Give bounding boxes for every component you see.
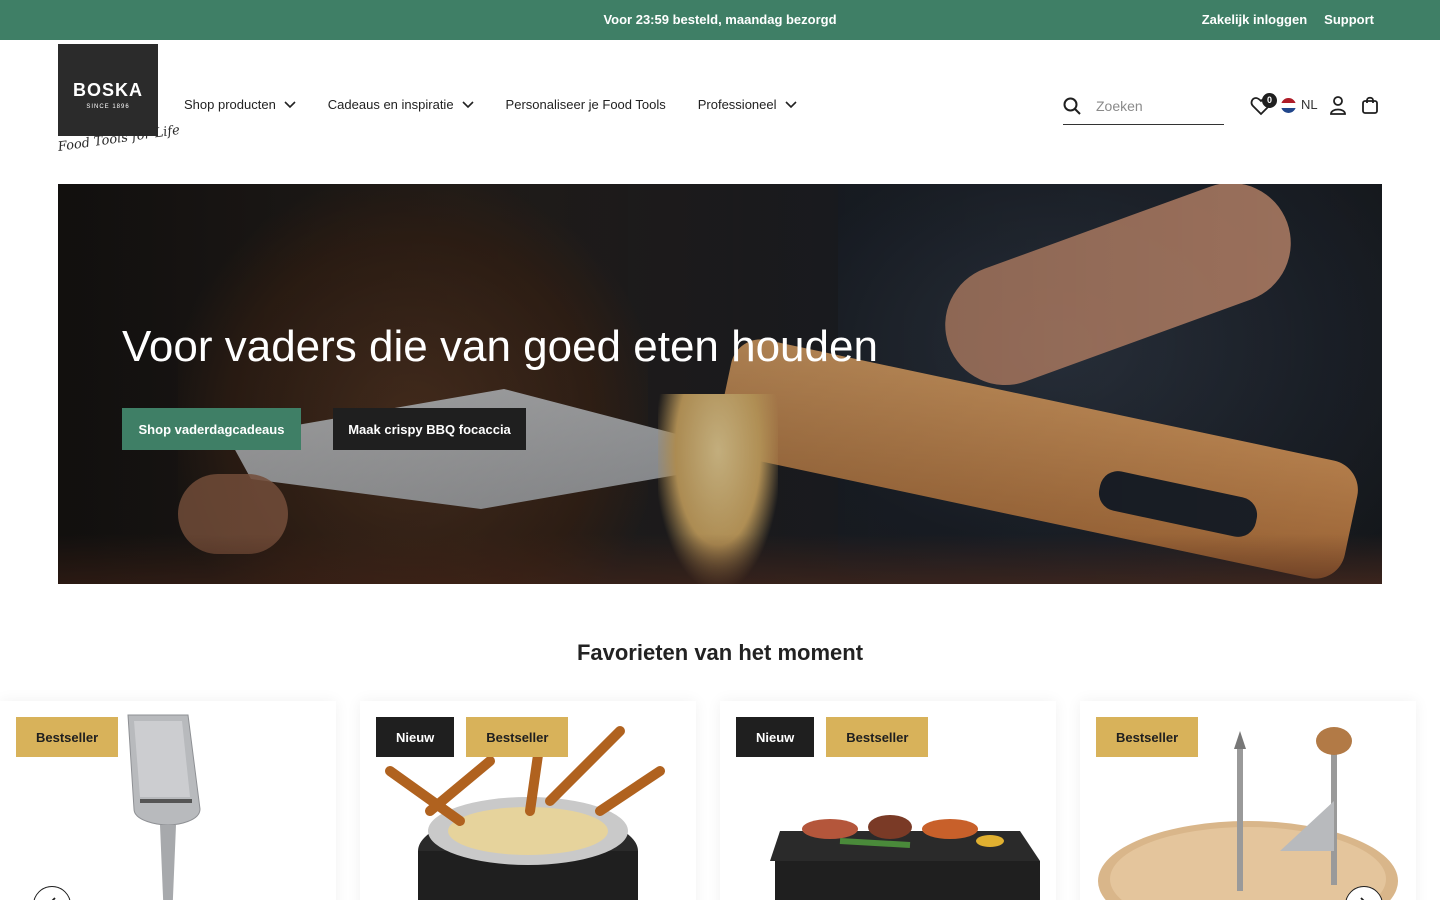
chevron-down-icon — [461, 100, 474, 108]
product-badges: Nieuw Bestseller — [376, 717, 569, 757]
nav-label: Shop producten — [184, 97, 276, 112]
bestseller-badge: Bestseller — [1096, 717, 1199, 757]
product-badges: Nieuw Bestseller — [736, 717, 929, 757]
nav-professional[interactable]: Professioneel — [698, 97, 797, 112]
search-bar — [1063, 86, 1224, 125]
arrow-right-icon — [1360, 897, 1365, 900]
business-login-link[interactable]: Zakelijk inloggen — [1202, 12, 1307, 27]
cart-icon[interactable] — [1360, 95, 1380, 115]
product-card[interactable]: Bestseller — [1080, 701, 1416, 900]
product-badges: Bestseller — [1096, 717, 1199, 757]
product-card[interactable]: Bestseller — [0, 701, 336, 900]
support-link[interactable]: Support — [1324, 12, 1374, 27]
top-promo-bar: Voor 23:59 besteld, maandag bezorgd Zake… — [0, 0, 1440, 40]
new-badge: Nieuw — [376, 717, 455, 757]
carousel-prev-button[interactable] — [33, 886, 71, 900]
nav-gifts-inspiration[interactable]: Cadeaus en inspiratie — [328, 97, 474, 112]
carousel-next-button[interactable] — [1345, 886, 1383, 900]
boska-logo[interactable]: BOSKA SINCE 1896 — [58, 44, 158, 136]
logo-wordmark: BOSKA — [72, 80, 143, 100]
nav-label: Cadeaus en inspiratie — [327, 97, 454, 112]
account-icon[interactable] — [1328, 95, 1348, 115]
wishlist-count-badge: 0 — [1262, 93, 1277, 108]
hero-title: Voor vaders die van goed eten houden — [122, 322, 878, 371]
product-badges: Bestseller — [16, 717, 119, 757]
bestseller-badge: Bestseller — [826, 717, 929, 757]
bestseller-badge: Bestseller — [16, 717, 119, 757]
site-header: BOSKA SINCE 1896 Food Tools for Life Sho… — [0, 40, 1440, 184]
shop-fathers-day-button[interactable]: Shop vaderdagcadeaus — [122, 408, 301, 450]
product-card[interactable]: Nieuw Bestseller — [360, 701, 696, 900]
product-card[interactable]: Nieuw Bestseller — [720, 701, 1056, 900]
hero-overlay — [58, 184, 1382, 584]
flag-nl-icon[interactable] — [1281, 98, 1296, 113]
search-input[interactable] — [1096, 95, 1220, 117]
bbq-focaccia-button[interactable]: Maak crispy BBQ focaccia — [333, 408, 526, 450]
main-navigation: Shop producten Cadeaus en inspiratie Per… — [184, 97, 829, 112]
favorites-section-title: Favorieten van het moment — [576, 640, 864, 665]
nav-shop-products[interactable]: Shop producten — [184, 97, 296, 112]
nav-label: Professioneel — [697, 97, 777, 112]
nav-label: Personaliseer je Food Tools — [505, 97, 666, 112]
logo-since: SINCE 1896 — [86, 104, 130, 110]
bestseller-badge: Bestseller — [466, 717, 569, 757]
hero-banner: Voor vaders die van goed eten houden Sho… — [58, 184, 1382, 584]
language-selector[interactable]: NL — [1301, 97, 1318, 112]
chevron-down-icon — [284, 100, 296, 108]
chevron-down-icon — [784, 100, 797, 108]
new-badge: Nieuw — [736, 717, 815, 757]
top-links: Zakelijk inloggen Support — [1202, 12, 1374, 27]
nav-personalize[interactable]: Personaliseer je Food Tools — [506, 97, 666, 112]
search-icon[interactable] — [1063, 97, 1081, 115]
arrow-left-icon — [51, 897, 56, 900]
